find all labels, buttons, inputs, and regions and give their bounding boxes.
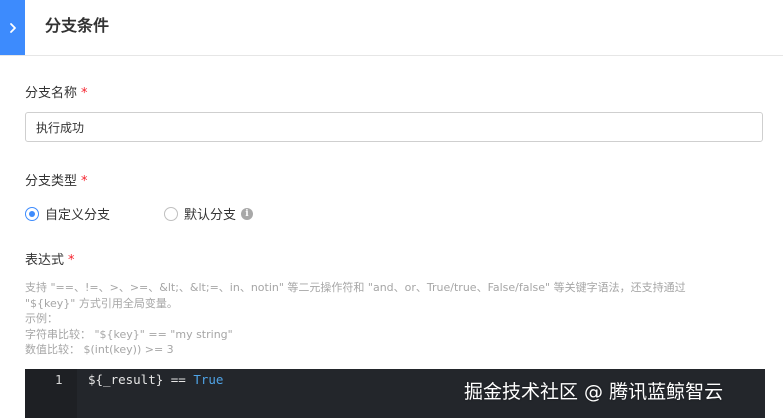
watermark: 掘金技术社区 @ 腾讯蓝鲸智云 [464, 381, 724, 403]
help-line: 示例： [25, 312, 58, 325]
radio-unchecked-icon[interactable] [164, 206, 178, 221]
expression-label: 表达式 * [25, 252, 75, 270]
code-keyword: True [193, 372, 224, 387]
help-line: 字符串比较： "${key}" == "my string" [25, 327, 233, 341]
branch-name-input[interactable] [25, 112, 763, 142]
expression-label-text: 表达式 [25, 253, 65, 268]
radio-custom-branch-label: 自定义分支 [45, 208, 111, 223]
branch-name-label-text: 分支名称 [25, 86, 78, 101]
help-line: 数值比较： $(int(key)) >= 3 [25, 343, 174, 356]
line-number: 1 [55, 372, 63, 387]
chevron-right-icon [9, 22, 16, 33]
page-title: 分支条件 [45, 16, 110, 35]
code-text: ${_result} == [88, 372, 194, 387]
radio-checked-icon[interactable] [25, 206, 39, 221]
expression-help-text: 支持 "==、!=、>、>=、&lt;、&lt;=、in、notin" 等二元操… [25, 280, 765, 358]
radio-default-branch-label: 默认分支 [184, 208, 237, 223]
radio-default-branch[interactable]: 默认分支 i [164, 204, 254, 223]
branch-name-label: 分支名称 * [25, 85, 88, 103]
panel-header: 分支条件 [0, 0, 783, 56]
required-mark: * [81, 86, 88, 101]
required-mark: * [81, 174, 88, 189]
info-icon[interactable]: i [241, 207, 254, 220]
radio-custom-branch[interactable]: 自定义分支 [25, 204, 110, 223]
help-line: 支持 "==、!=、>、>=、&lt;、&lt;=、in、notin" 等二元操… [25, 281, 686, 294]
branch-type-label: 分支类型 * [25, 173, 88, 191]
editor-gutter: 1 [25, 369, 77, 418]
help-line: "${key}" 方式引用全局变量。 [25, 296, 178, 310]
code-line[interactable]: ${_result} == True [88, 371, 223, 389]
collapse-toggle-button[interactable] [0, 0, 25, 55]
required-mark: * [68, 253, 75, 268]
branch-type-label-text: 分支类型 [25, 174, 78, 189]
